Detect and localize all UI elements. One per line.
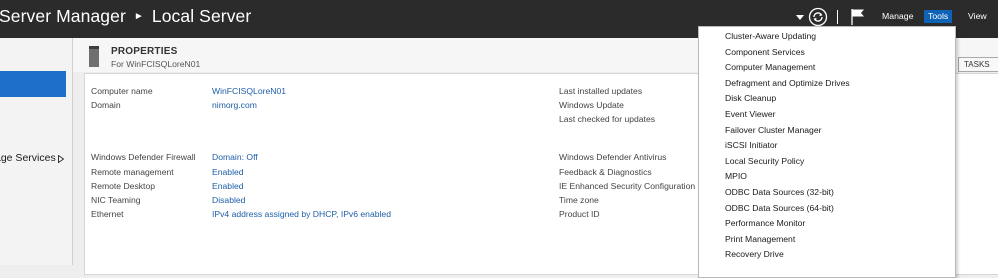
menu-item-defragment-drives[interactable]: Defragment and Optimize Drives (725, 76, 850, 91)
server-icon (89, 46, 99, 67)
tools-menu[interactable]: Tools (924, 10, 953, 23)
property-label: Ethernet (91, 209, 124, 219)
computer-name-link[interactable]: WinFCISQLoreN01 (212, 86, 286, 96)
nav-item-local-server[interactable] (0, 71, 66, 97)
menu-item-component-services[interactable]: Component Services (725, 45, 805, 60)
menu-item-performance-monitor[interactable]: Performance Monitor (725, 216, 805, 231)
remote-management-link[interactable]: Enabled (212, 167, 244, 177)
property-label: NIC Teaming (91, 195, 141, 205)
property-label: Windows Defender Firewall (91, 152, 196, 162)
menu-item-iscsi-initiator[interactable]: iSCSI Initiator (725, 138, 778, 153)
menu-item-print-management[interactable]: Print Management (725, 232, 795, 247)
property-label: Last checked for updates (559, 114, 656, 124)
ethernet-link[interactable]: IPv4 address assigned by DHCP, IPv6 enab… (212, 209, 391, 219)
property-label: Domain (91, 100, 121, 110)
property-label: Remote Desktop (91, 181, 156, 191)
expand-arrow-icon[interactable] (58, 155, 64, 163)
tasks-button[interactable]: TASKS (958, 57, 998, 72)
property-label: Time zone (559, 195, 599, 205)
property-label: Windows Update (559, 100, 624, 110)
notifications-flag-icon[interactable] (850, 8, 866, 26)
properties-title: PROPERTIES (111, 46, 178, 57)
menu-item-mpio[interactable]: MPIO (725, 169, 747, 184)
menu-item-failover-cluster-manager[interactable]: Failover Cluster Manager (725, 123, 821, 138)
menu-item-event-viewer[interactable]: Event Viewer (725, 107, 775, 122)
breadcrumb-separator-icon: ► (133, 11, 144, 22)
menu-item-odbc-32[interactable]: ODBC Data Sources (32-bit) (725, 185, 834, 200)
properties-subtitle: For WinFCISQLoreN01 (111, 59, 201, 69)
menu-item-cluster-aware-updating[interactable]: Cluster-Aware Updating (725, 29, 816, 44)
property-label: Remote management (91, 167, 174, 177)
nic-teaming-link[interactable]: Disabled (212, 195, 245, 205)
tools-dropdown-menu: Cluster-Aware Updating Component Service… (698, 26, 956, 278)
breadcrumb-page: Local Server (151, 6, 252, 26)
property-label: Last installed updates (559, 86, 643, 96)
property-label: IE Enhanced Security Configuration (559, 181, 696, 191)
firewall-link[interactable]: Domain: Off (212, 152, 258, 162)
menu-item-odbc-64[interactable]: ODBC Data Sources (64-bit) (725, 201, 834, 216)
toolbar-divider (837, 10, 838, 24)
refresh-icon[interactable] (808, 7, 828, 27)
property-label: Windows Defender Antivirus (559, 152, 667, 162)
menu-item-recovery-drive[interactable]: Recovery Drive (725, 247, 784, 262)
property-label: Feedback & Diagnostics (559, 167, 652, 177)
menu-item-local-security-policy[interactable]: Local Security Policy (725, 154, 804, 169)
manage-menu[interactable]: Manage (878, 10, 917, 23)
menu-item-computer-management[interactable]: Computer Management (725, 60, 815, 75)
left-navigation: age Services (0, 38, 73, 265)
property-label: Computer name (91, 86, 153, 96)
chevron-down-icon[interactable] (796, 15, 804, 21)
property-label: Product ID (559, 209, 600, 219)
menu-item-disk-cleanup[interactable]: Disk Cleanup (725, 91, 776, 106)
view-menu[interactable]: View (964, 10, 991, 23)
nav-item-file-storage-services[interactable]: age Services (0, 152, 56, 164)
breadcrumb: Server Manager ► Local Server (0, 6, 251, 27)
remote-desktop-link[interactable]: Enabled (212, 181, 244, 191)
domain-link[interactable]: nimorg.com (212, 100, 257, 110)
breadcrumb-app[interactable]: Server Manager (0, 6, 126, 26)
